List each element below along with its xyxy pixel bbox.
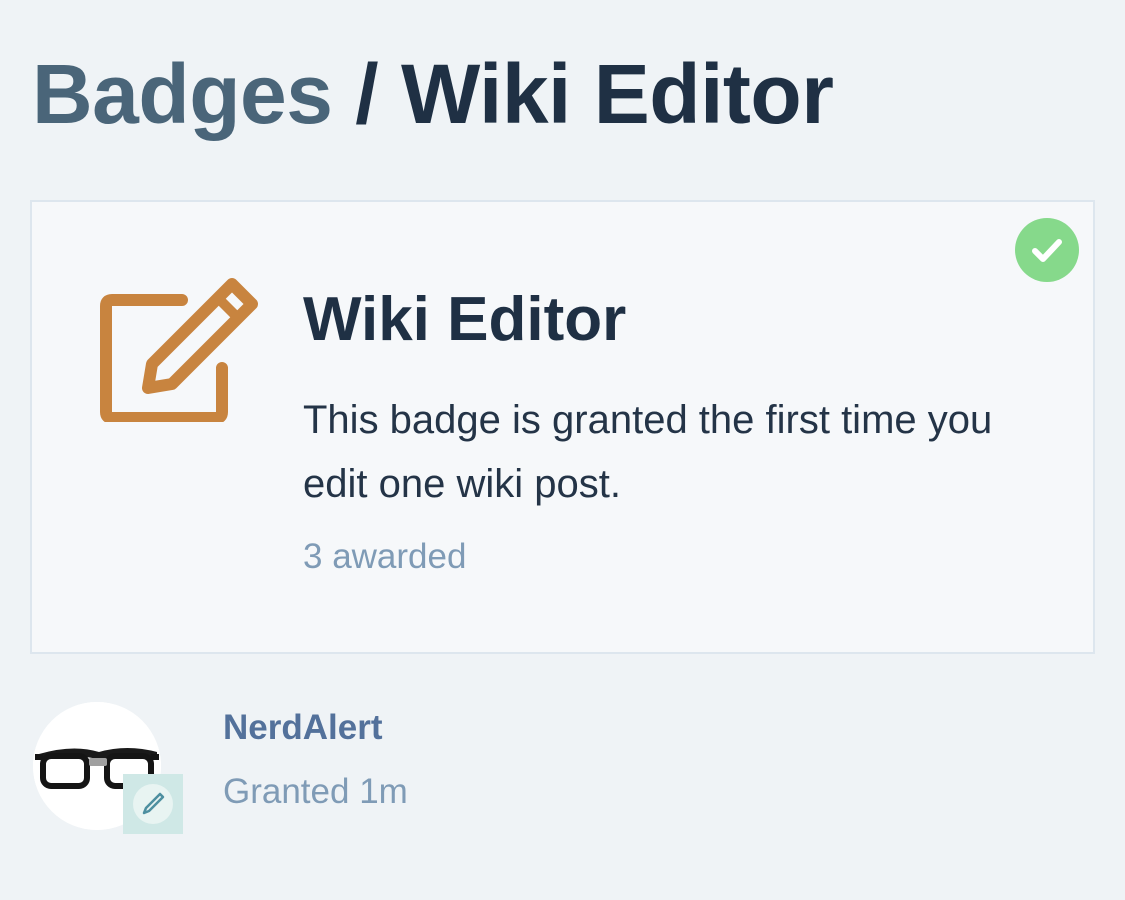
breadcrumb-current: Wiki Editor [400, 47, 834, 141]
badge-awarded-count: 3 awarded [303, 537, 467, 576]
check-circle-icon [1015, 218, 1079, 282]
mini-badge [123, 774, 183, 834]
username-link[interactable]: NerdAlert [223, 706, 382, 750]
page-title: Badges / Wiki Editor [32, 44, 834, 144]
badge-card: Wiki Editor This badge is granted the fi… [30, 200, 1095, 654]
badge-name: Wiki Editor [303, 285, 627, 354]
pencil-square-icon [100, 278, 262, 424]
breadcrumb-separator: / [332, 47, 401, 141]
pencil-icon [133, 784, 173, 824]
grant-row: NerdAlert Granted 1m [33, 700, 733, 840]
granted-time: Granted 1m [223, 772, 408, 811]
badge-description: This badge is granted the first time you… [303, 398, 993, 506]
breadcrumb-badges-link[interactable]: Badges [32, 47, 333, 141]
